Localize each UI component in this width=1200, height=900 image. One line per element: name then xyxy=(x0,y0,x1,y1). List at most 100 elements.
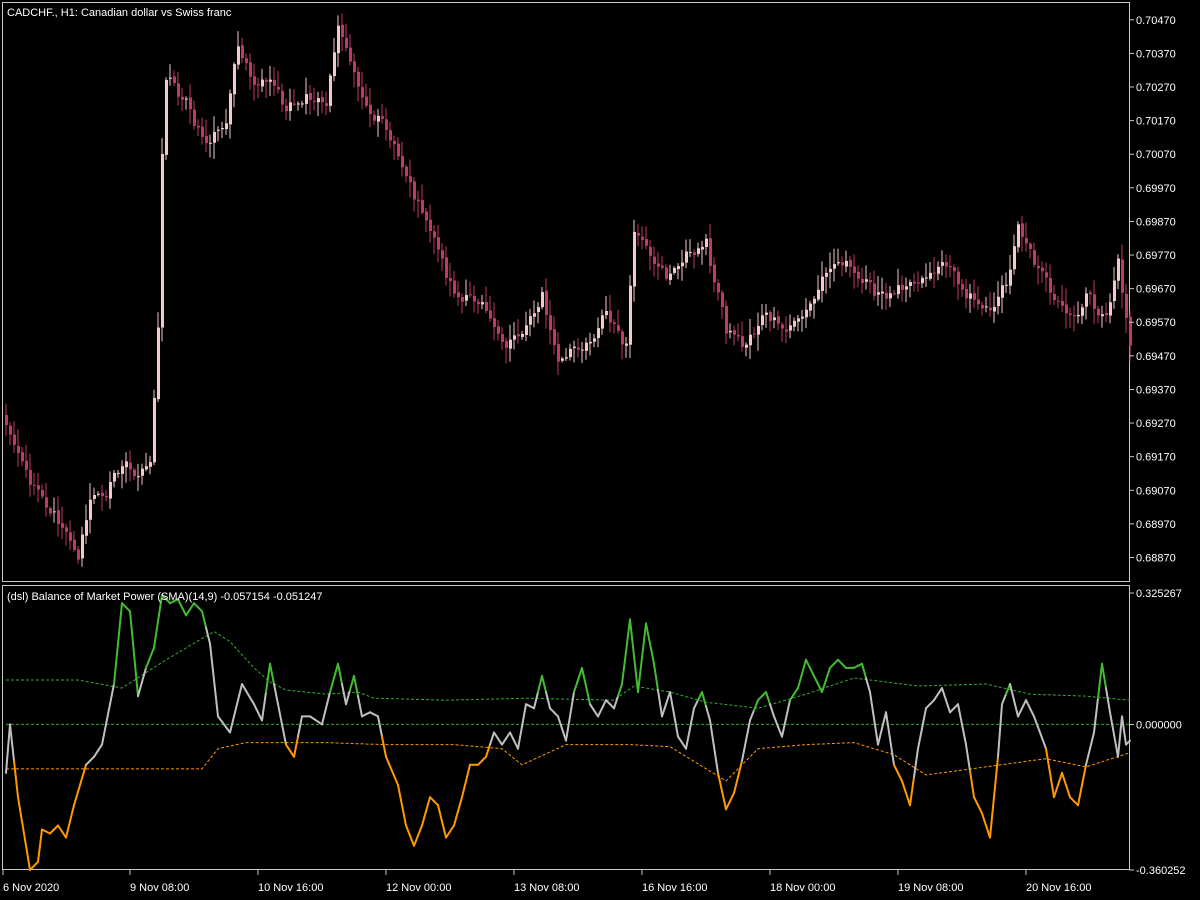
candle-body xyxy=(861,278,864,283)
candle-body xyxy=(493,318,496,328)
candle-body xyxy=(401,155,404,168)
candle-body xyxy=(341,24,344,37)
candle-body xyxy=(973,293,976,300)
candle-body xyxy=(877,292,880,295)
time-tick-label: 12 Nov 00:00 xyxy=(386,882,451,894)
candle-body xyxy=(449,278,452,282)
candle-body xyxy=(673,267,676,273)
candle-body xyxy=(621,331,624,345)
candle-body xyxy=(425,211,428,221)
candle-body xyxy=(1017,224,1020,248)
candle-body xyxy=(853,266,856,273)
candle-body xyxy=(681,262,684,267)
candle-body xyxy=(921,277,924,284)
candle-body xyxy=(533,313,536,317)
candle-body xyxy=(685,251,688,263)
price-tick-label: 0.68970 xyxy=(1136,519,1176,531)
candle-body xyxy=(133,469,136,477)
candle-body xyxy=(33,484,36,486)
candle-body xyxy=(625,343,628,346)
candle-body xyxy=(885,292,888,299)
candle-body xyxy=(989,307,992,311)
candle-body xyxy=(1093,294,1096,309)
candle-body xyxy=(721,292,724,308)
candle-body xyxy=(1057,300,1060,302)
candle-body xyxy=(529,316,532,325)
price-tick-label: 0.69570 xyxy=(1136,317,1176,329)
time-tick-label: 10 Nov 16:00 xyxy=(258,882,323,894)
candle-body xyxy=(897,285,900,295)
candle-body xyxy=(353,61,356,73)
candle-body xyxy=(945,262,948,267)
candle-body xyxy=(233,64,236,95)
candle-body xyxy=(489,310,492,319)
candle-body xyxy=(909,282,912,286)
candle-body xyxy=(1069,313,1072,315)
candle-body xyxy=(41,490,44,497)
price-tick-label: 0.69470 xyxy=(1136,351,1176,363)
candle-body xyxy=(421,200,424,213)
candle-body xyxy=(873,283,876,296)
candle-body xyxy=(29,469,32,485)
candle-body xyxy=(197,125,200,128)
candle-body xyxy=(45,497,48,508)
candle-body xyxy=(325,103,328,107)
candle-body xyxy=(345,37,348,49)
candle-body xyxy=(377,115,380,122)
main-chart-title: CADCHF., H1: Canadian dollar vs Swiss fr… xyxy=(7,7,232,19)
candle-body xyxy=(205,135,208,144)
candle-body xyxy=(229,93,232,125)
candle-body xyxy=(825,272,828,277)
candle-body xyxy=(65,527,68,532)
candle-body xyxy=(405,166,408,177)
chart-root: CADCHF., H1: Canadian dollar vs Swiss fr… xyxy=(0,0,1200,900)
candle-body xyxy=(997,296,1000,307)
candle-body xyxy=(665,267,668,279)
candle-body xyxy=(1097,308,1100,316)
candle-body xyxy=(321,97,324,103)
candle-body xyxy=(893,293,896,295)
candle-body xyxy=(981,304,984,309)
candle-body xyxy=(121,466,124,474)
candle-body xyxy=(689,251,692,253)
candle-body xyxy=(637,232,640,236)
candle-body xyxy=(461,297,464,302)
candle-body xyxy=(953,267,956,272)
candle-body xyxy=(93,494,96,499)
candle-body xyxy=(1117,258,1120,281)
candle-body xyxy=(729,330,732,333)
candle-body xyxy=(985,306,988,308)
candle-body xyxy=(845,260,848,267)
candle-body xyxy=(817,289,820,300)
candle-body xyxy=(13,434,16,445)
candle-body xyxy=(925,277,928,279)
candle-body xyxy=(497,326,500,334)
candle-body xyxy=(777,316,780,324)
candle-body xyxy=(313,101,316,103)
candle-body xyxy=(157,327,160,400)
candle-body xyxy=(289,102,292,112)
candle-body xyxy=(413,181,416,200)
candle-body xyxy=(525,325,528,335)
candle-body xyxy=(649,246,652,256)
candle-body xyxy=(993,306,996,312)
time-tick-label: 20 Nov 16:00 xyxy=(1026,882,1091,894)
price-tick-label: 0.69670 xyxy=(1136,284,1176,296)
candle-body xyxy=(97,493,100,495)
indicator-title: (dsl) Balance of Market Power (SMA)(14,9… xyxy=(7,591,323,603)
candle-body xyxy=(629,285,632,345)
candle-body xyxy=(697,248,700,254)
candle-body xyxy=(813,298,816,304)
candle-body xyxy=(1109,302,1112,316)
candle-body xyxy=(705,238,708,247)
indicator-tick-label: 0.325267 xyxy=(1136,588,1182,600)
candle-body xyxy=(501,334,504,342)
candle-body xyxy=(737,334,740,337)
candle xyxy=(161,138,164,342)
candle-body xyxy=(433,231,436,238)
candle-body xyxy=(217,129,220,131)
chart-background xyxy=(0,0,1200,900)
candle-body xyxy=(881,291,884,294)
candle-body xyxy=(77,549,80,560)
candle-body xyxy=(545,290,548,316)
